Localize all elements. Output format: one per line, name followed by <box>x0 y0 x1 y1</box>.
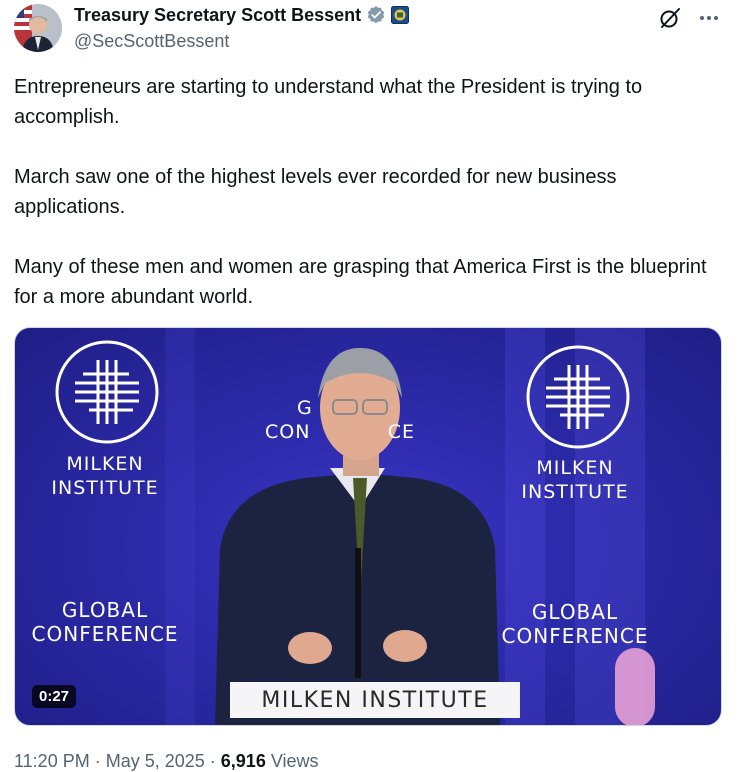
author-handle[interactable]: @SecScottBessent <box>74 31 409 52</box>
tweet-header: Treasury Secretary Scott Bessent @SecSco… <box>14 4 726 52</box>
verified-badge-icon[interactable] <box>366 5 386 25</box>
tweet-paragraph: Entrepreneurs are starting to understand… <box>14 76 643 128</box>
right-conference-text: GLOBAL CONFERENCE <box>501 600 649 648</box>
avatar[interactable] <box>14 4 62 52</box>
more-options-icon[interactable] <box>696 6 722 30</box>
meta-separator: · <box>89 751 106 771</box>
left-conference-text: GLOBAL CONFERENCE <box>31 598 179 646</box>
tweet-paragraph: March saw one of the highest levels ever… <box>14 166 617 218</box>
tweet-paragraph: Many of these men and women are grasping… <box>14 256 707 308</box>
video-player[interactable]: MILKEN INSTITUTE MILKEN INSTITUTE GLOBAL… <box>14 327 722 726</box>
tweet-time[interactable]: 11:20 PM <box>14 751 90 771</box>
video-duration-badge: 0:27 <box>32 685 77 708</box>
views-label: Views <box>265 751 319 771</box>
milken-logo-left <box>55 340 159 444</box>
right-logo-text: MILKEN INSTITUTE <box>521 457 629 503</box>
podium-sign: MILKEN INSTITUTE <box>230 682 520 718</box>
tweet-meta: 11:20 PM · May 5, 2025 · 6,916 Views <box>14 751 319 772</box>
government-badge-icon[interactable] <box>391 6 410 24</box>
center-partial-text: G CON CE <box>265 397 415 443</box>
views-count: 6,916 <box>220 751 266 771</box>
tweet-text: Entrepreneurs are starting to understand… <box>14 72 726 312</box>
grok-icon[interactable] <box>658 6 682 30</box>
meta-separator: · <box>204 751 221 771</box>
video-frame <box>55 328 655 725</box>
left-logo-text: MILKEN INSTITUTE <box>51 453 159 499</box>
author-display-name[interactable]: Treasury Secretary Scott Bessent <box>74 5 361 26</box>
tweet-date[interactable]: May 5, 2025 <box>106 751 205 771</box>
